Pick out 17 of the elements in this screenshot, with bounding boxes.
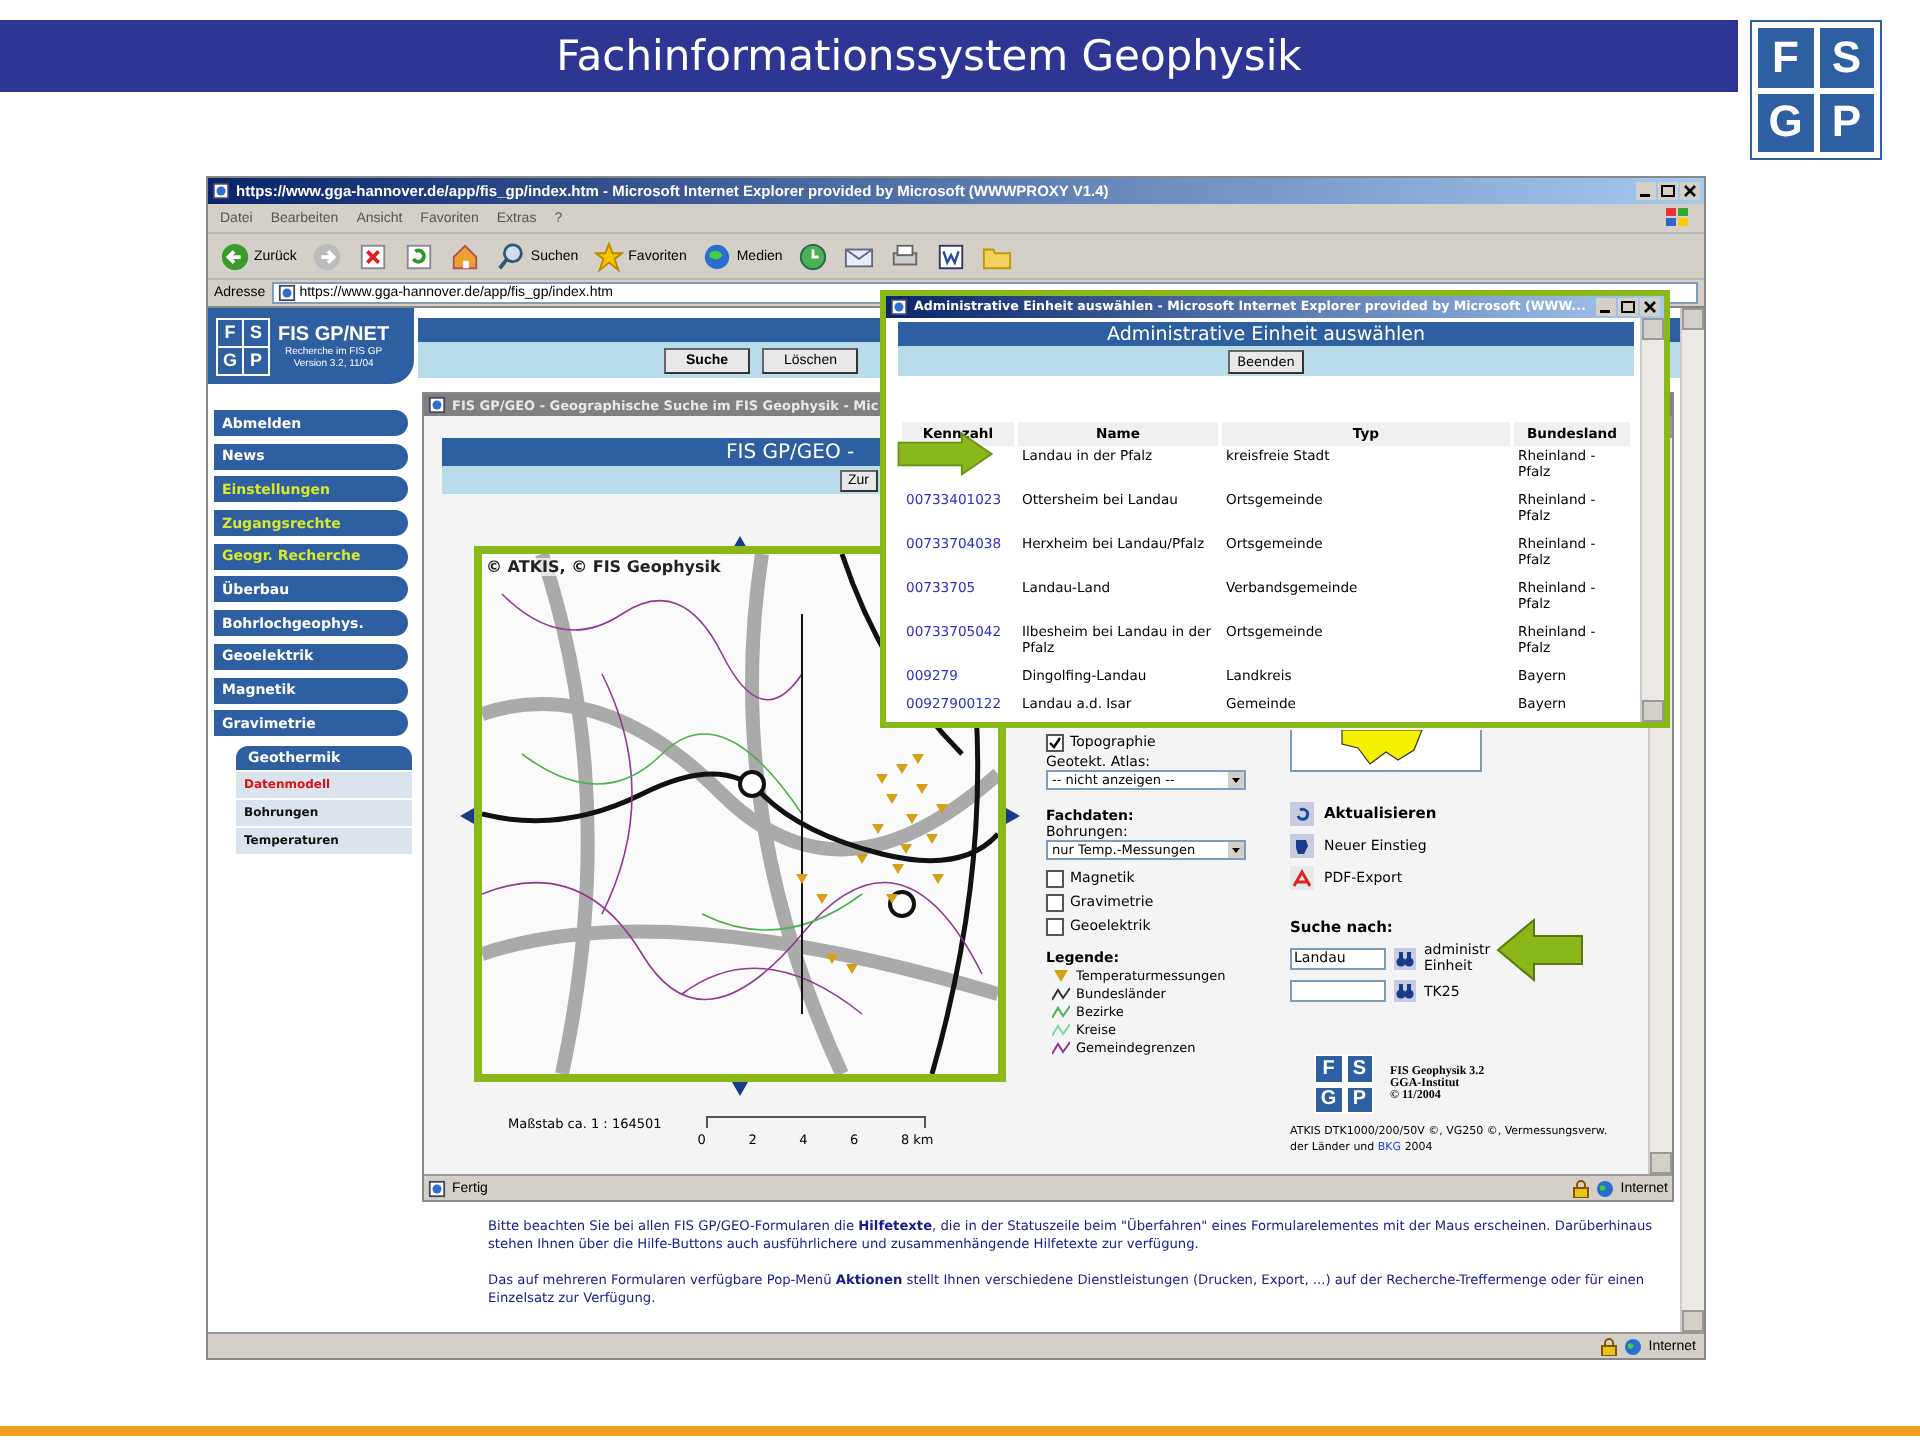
logo-letter: S (1819, 28, 1874, 87)
logo-letter: S (1347, 1056, 1372, 1081)
logo-letter: F (1758, 28, 1813, 87)
logo-letter: P (1347, 1087, 1372, 1112)
slide-title: Fachinformationssystem Geophysik (556, 32, 1302, 80)
logo-letter: P (1819, 93, 1874, 152)
logo-letter: G (1758, 93, 1813, 152)
logo-letter: F (1316, 1056, 1341, 1081)
app-title: FIS GP/NET (278, 323, 390, 345)
logo-letter: F (218, 319, 242, 345)
logo-letter: G (1316, 1087, 1341, 1112)
logo-letter: P (244, 347, 268, 373)
logo-letter: G (218, 347, 242, 373)
dialog-heading: Administrative Einheit auswählen (898, 322, 1634, 347)
section-title: FIS GP/GEO - (726, 441, 855, 463)
map-copyright: © ATKIS, © FIS Geophysik (486, 558, 721, 576)
logo-letter: S (244, 319, 268, 345)
